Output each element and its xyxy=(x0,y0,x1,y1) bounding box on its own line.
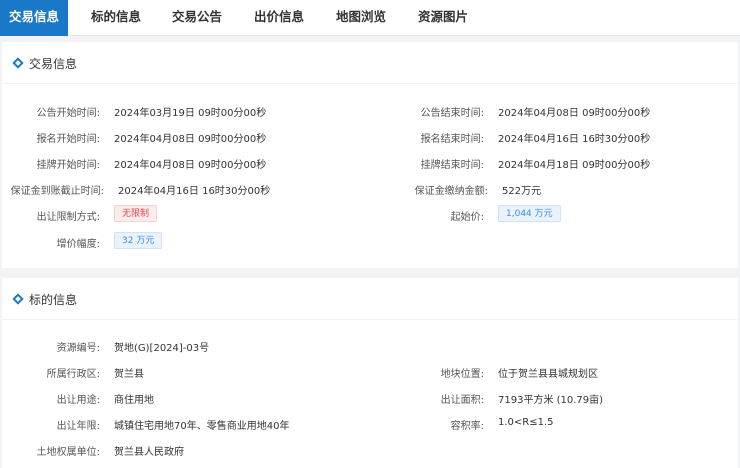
tab-target-info[interactable]: 标的信息 xyxy=(83,0,149,36)
target-info-title: 标的信息 xyxy=(29,293,78,307)
tab-resource-images[interactable]: 资源图片 xyxy=(410,0,476,36)
tab-bid-info[interactable]: 出价信息 xyxy=(246,0,312,36)
listing-end-label: 挂牌结束时间: xyxy=(420,160,484,171)
increment-badge: 32 万元 xyxy=(114,232,163,249)
listing-start-label: 挂牌开始时间: xyxy=(36,160,100,171)
notice-end-value: 2024年04月08日 09时00分00秒 xyxy=(498,108,651,119)
target-info-panel: 标的信息 资源编号: 贺地(G)[2024]-03号 所属行政区: 贺兰县 地块… xyxy=(2,278,738,468)
area-value: 7193平方米 (10.79亩) xyxy=(498,395,604,406)
increment-label: 增价幅度: xyxy=(56,239,100,250)
far-value: 1.0<R≤1.5 xyxy=(498,417,554,428)
resource-no-label: 资源编号: xyxy=(56,343,100,354)
deposit-amount-value: 522万元 xyxy=(502,186,542,197)
years-label: 出让年限: xyxy=(56,421,100,432)
trade-info-title: 交易信息 xyxy=(29,57,78,71)
diamond-icon xyxy=(12,293,24,305)
years-value: 城镇住宅用地70年、零售商业用地40年 xyxy=(114,421,290,432)
start-price-label: 起始价: xyxy=(450,212,484,223)
area-label: 出让面积: xyxy=(440,395,484,406)
tab-map-view[interactable]: 地图浏览 xyxy=(328,0,394,36)
tab-trade-notice[interactable]: 交易公告 xyxy=(164,0,230,36)
target-info-header: 标的信息 xyxy=(2,278,738,320)
signup-start-value: 2024年04月08日 09时00分00秒 xyxy=(114,134,267,145)
trade-info-header: 交易信息 xyxy=(2,42,738,84)
location-label: 地块位置: xyxy=(440,369,484,380)
diamond-icon xyxy=(12,57,24,69)
signup-end-label: 报名结束时间: xyxy=(420,134,484,145)
restriction-label: 出让限制方式: xyxy=(36,212,100,223)
deposit-deadline-label: 保证金到账截止时间: xyxy=(10,186,104,197)
district-label: 所属行政区: xyxy=(46,369,100,380)
tab-trade-info[interactable]: 交易信息 xyxy=(0,0,68,36)
deposit-amount-label: 保证金缴纳金额: xyxy=(414,186,488,197)
usage-value: 商住用地 xyxy=(114,395,154,406)
listing-end-value: 2024年04月18日 09时00分00秒 xyxy=(498,160,651,171)
district-value: 贺兰县 xyxy=(114,369,144,380)
owner-label: 土地权属单位: xyxy=(36,447,100,458)
deposit-deadline-value: 2024年04月16日 16时30分00秒 xyxy=(118,186,271,197)
signup-start-label: 报名开始时间: xyxy=(36,134,100,145)
start-price-badge: 1,044 万元 xyxy=(498,205,561,222)
resource-no-value: 贺地(G)[2024]-03号 xyxy=(114,343,210,354)
trade-info-panel: 交易信息 公告开始时间: 2024年03月19日 09时00分00秒 公告结束时… xyxy=(2,42,738,268)
notice-start-value: 2024年03月19日 09时00分00秒 xyxy=(114,108,267,119)
listing-start-value: 2024年04月08日 09时00分00秒 xyxy=(114,160,267,171)
far-label: 容积率: xyxy=(450,421,484,432)
signup-end-value: 2024年04月16日 16时30分00秒 xyxy=(498,134,651,145)
owner-value: 贺兰县人民政府 xyxy=(114,447,184,458)
notice-end-label: 公告结束时间: xyxy=(420,108,484,119)
tab-bar: 交易信息 标的信息 交易公告 出价信息 地图浏览 资源图片 xyxy=(0,0,740,36)
usage-label: 出让用途: xyxy=(56,395,100,406)
location-value: 位于贺兰县县城规划区 xyxy=(498,369,598,380)
restriction-badge: 无限制 xyxy=(114,205,158,222)
notice-start-label: 公告开始时间: xyxy=(36,108,100,119)
